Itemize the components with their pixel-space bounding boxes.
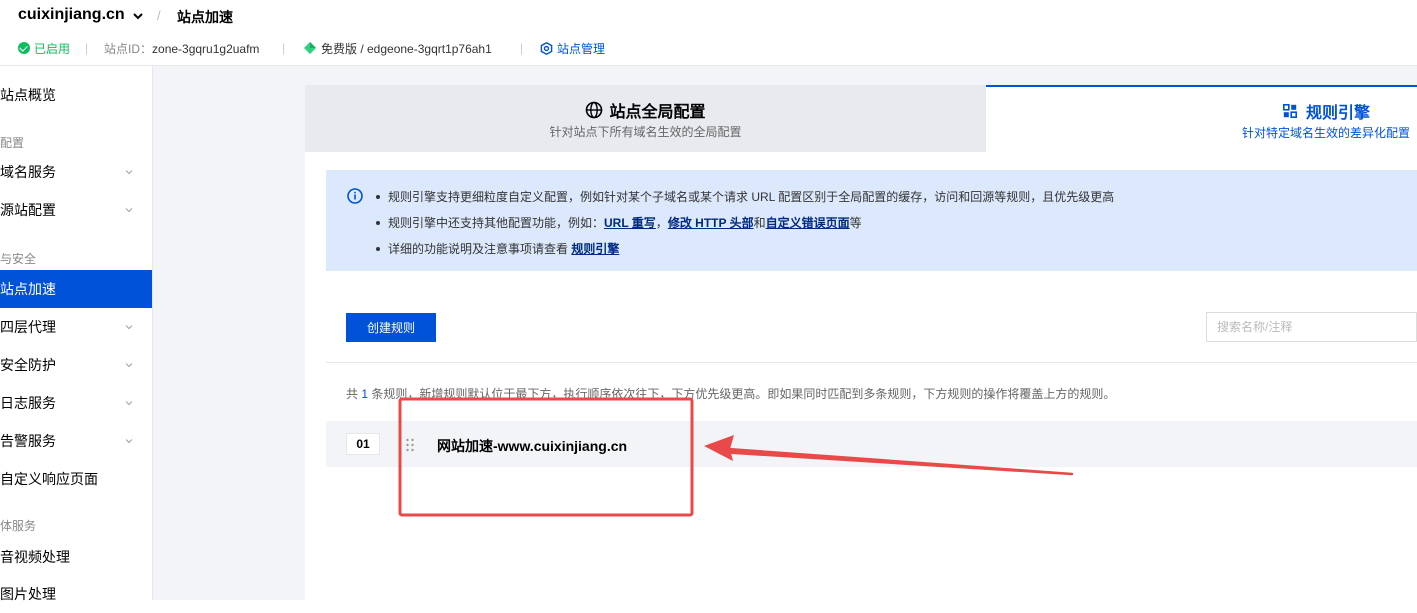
chevron-down-icon bbox=[125, 208, 133, 213]
divider: | bbox=[85, 41, 89, 55]
info-text: 和 bbox=[753, 216, 766, 230]
site-id-label: 站点ID： bbox=[104, 41, 153, 56]
sidebar-item-domains[interactable]: 域名服务 bbox=[0, 153, 152, 191]
chevron-down-icon bbox=[125, 170, 133, 175]
grid-icon bbox=[1283, 104, 1297, 118]
sidebar-item-overview[interactable]: 站点概览 bbox=[0, 76, 152, 114]
drag-handle-icon[interactable] bbox=[405, 438, 415, 452]
divider: | bbox=[520, 41, 524, 55]
search-input[interactable] bbox=[1206, 312, 1417, 342]
sidebar-item-label: 四层代理 bbox=[0, 319, 56, 335]
tab-global-desc: 针对站点下所有域名生效的全局配置 bbox=[549, 125, 742, 139]
sidebar-item-image-processing[interactable]: 图片处理 bbox=[0, 575, 152, 613]
sidebar-item-label: 域名服务 bbox=[0, 164, 56, 180]
chevron-down-icon bbox=[125, 363, 133, 368]
status-badge: 已启用 bbox=[18, 40, 70, 57]
sidebar-item-label: 日志服务 bbox=[0, 395, 56, 411]
rule-name[interactable]: 网站加速-www.cuixinjiang.cn bbox=[437, 436, 627, 456]
sidebar-item-av-processing[interactable]: 音视频处理 bbox=[0, 538, 152, 576]
tab-rules-label: 规则引擎 bbox=[1306, 105, 1371, 122]
bullet bbox=[376, 246, 380, 251]
info-text: 等 bbox=[849, 216, 862, 230]
info-line-3: 详细的功能说明及注意事项请查看 规则引擎 bbox=[376, 240, 619, 257]
divider bbox=[326, 362, 1417, 363]
info-text: 详细的功能说明及注意事项请查看 bbox=[388, 242, 572, 256]
sidebar-item-acceleration[interactable]: 站点加速 bbox=[0, 270, 152, 308]
tab-rule-engine[interactable]: 规则引擎 针对特定域名生效的差异化配置 bbox=[986, 85, 1417, 152]
site-id-value: zone-3gqru1g2uafm bbox=[152, 41, 260, 56]
sidebar-group-media: 体服务 bbox=[0, 519, 37, 533]
status-text: 已启用 bbox=[34, 41, 71, 56]
site-manage-label: 站点管理 bbox=[557, 41, 606, 56]
tab-global-label: 站点全局配置 bbox=[609, 104, 706, 121]
divider: | bbox=[282, 41, 286, 55]
settings-icon bbox=[540, 41, 553, 55]
page-title: 站点加速 bbox=[177, 9, 233, 25]
sidebar-item-origin[interactable]: 源站配置 bbox=[0, 191, 152, 229]
top-header: cuixinjiang.cn / 站点加速 已启用 | 站点ID：zone-3g… bbox=[0, 0, 1417, 66]
info-text: ， bbox=[655, 216, 668, 230]
bullet bbox=[376, 220, 380, 225]
sidebar-item-label: 安全防护 bbox=[0, 357, 56, 373]
sidebar-item-label: 告警服务 bbox=[0, 433, 56, 449]
info-text: 规则引擎中还支持其他配置功能，例如： bbox=[388, 216, 605, 230]
sidebar-item-logs[interactable]: 日志服务 bbox=[0, 384, 152, 422]
tab-global-title: 站点全局配置 bbox=[305, 98, 986, 122]
sidebar-item-label: 源站配置 bbox=[0, 202, 56, 218]
sidebar: 站点概览 配置 域名服务 源站配置 与安全 站点加速 四层代理 安全防护 日志服… bbox=[0, 66, 153, 602]
sidebar-item-alerts[interactable]: 告警服务 bbox=[0, 422, 152, 460]
sidebar-item-label: 图片处理 bbox=[0, 586, 56, 602]
info-line-2: 规则引擎中还支持其他配置功能，例如：URL 重写，修改 HTTP 头部和自定义错… bbox=[376, 214, 862, 231]
info-icon bbox=[347, 188, 363, 204]
tab-global-config[interactable]: 站点全局配置 针对站点下所有域名生效的全局配置 bbox=[305, 85, 986, 152]
site-meta-row: 已启用 | 站点ID：zone-3gqru1g2uafm | 免费版 / edg… bbox=[0, 39, 1417, 57]
chevron-down-icon[interactable] bbox=[131, 9, 145, 23]
breadcrumb-separator: / bbox=[157, 8, 161, 23]
check-circle-icon bbox=[18, 42, 30, 54]
config-panel: 站点全局配置 针对站点下所有域名生效的全局配置 规则引擎 针对特定域名生效的差异… bbox=[305, 85, 1417, 600]
info-text: 规则引擎支持更细粒度自定义配置，例如针对某个子域名或某个请求 URL 配置区别于… bbox=[388, 190, 1115, 204]
globe-icon bbox=[586, 101, 603, 119]
summary-text: 共 bbox=[346, 387, 362, 401]
plan-gem-icon bbox=[304, 42, 316, 54]
bullet bbox=[376, 194, 380, 199]
chevron-down-icon bbox=[125, 439, 133, 444]
table-row: 01 网站加速-www.cuixinjiang.cn bbox=[326, 421, 1417, 467]
info-banner: 规则引擎支持更细粒度自定义配置，例如针对某个子域名或某个请求 URL 配置区别于… bbox=[326, 170, 1417, 271]
chevron-down-icon bbox=[125, 401, 133, 406]
sidebar-item-l4-proxy[interactable]: 四层代理 bbox=[0, 308, 152, 346]
sidebar-group-security: 与安全 bbox=[0, 252, 37, 266]
rules-summary: 共 1 条规则，新增规则默认位于最下方，执行顺序依次往下，下方优先级更高。即如果… bbox=[346, 385, 1115, 402]
create-rule-button[interactable]: 创建规则 bbox=[346, 313, 436, 342]
main-content: 站点全局配置 针对站点下所有域名生效的全局配置 规则引擎 针对特定域名生效的差异… bbox=[153, 66, 1417, 600]
site-manage-link[interactable]: 站点管理 bbox=[540, 40, 605, 57]
sidebar-item-label: 自定义响应页面 bbox=[0, 471, 98, 487]
sidebar-item-security[interactable]: 安全防护 bbox=[0, 346, 152, 384]
chevron-down-icon bbox=[125, 325, 133, 330]
rule-card[interactable]: 网站加速-www.cuixinjiang.cn bbox=[401, 421, 1417, 467]
site-id: 站点ID：zone-3gqru1g2uafm bbox=[104, 40, 259, 57]
site-name[interactable]: cuixinjiang.cn bbox=[18, 6, 125, 24]
sidebar-item-label: 站点概览 bbox=[0, 87, 56, 103]
plan-info: 免费版 / edgeone-3gqrt1p76ah1 bbox=[304, 40, 492, 57]
sidebar-group-config: 配置 bbox=[0, 136, 25, 150]
link-rule-engine-docs[interactable]: 规则引擎 bbox=[571, 242, 619, 256]
tab-rules-title: 规则引擎 bbox=[1283, 99, 1370, 123]
plan-text: 免费版 / edgeone-3gqrt1p76ah1 bbox=[321, 41, 492, 56]
info-line-1: 规则引擎支持更细粒度自定义配置，例如针对某个子域名或某个请求 URL 配置区别于… bbox=[376, 188, 1114, 205]
link-url-rewrite[interactable]: URL 重写 bbox=[604, 216, 656, 230]
sidebar-item-custom-pages[interactable]: 自定义响应页面 bbox=[0, 460, 152, 498]
link-modify-http-header[interactable]: 修改 HTTP 头部 bbox=[668, 216, 754, 230]
tab-rules-desc: 针对特定域名生效的差异化配置 bbox=[1242, 126, 1411, 140]
link-custom-error-page[interactable]: 自定义错误页面 bbox=[766, 216, 850, 230]
rule-index: 01 bbox=[346, 433, 380, 455]
sidebar-item-label: 站点加速 bbox=[0, 281, 56, 297]
sidebar-item-label: 音视频处理 bbox=[0, 549, 70, 565]
summary-text: 条规则，新增规则默认位于最下方，执行顺序依次往下，下方优先级更高。即如果同时匹配… bbox=[368, 387, 1116, 401]
